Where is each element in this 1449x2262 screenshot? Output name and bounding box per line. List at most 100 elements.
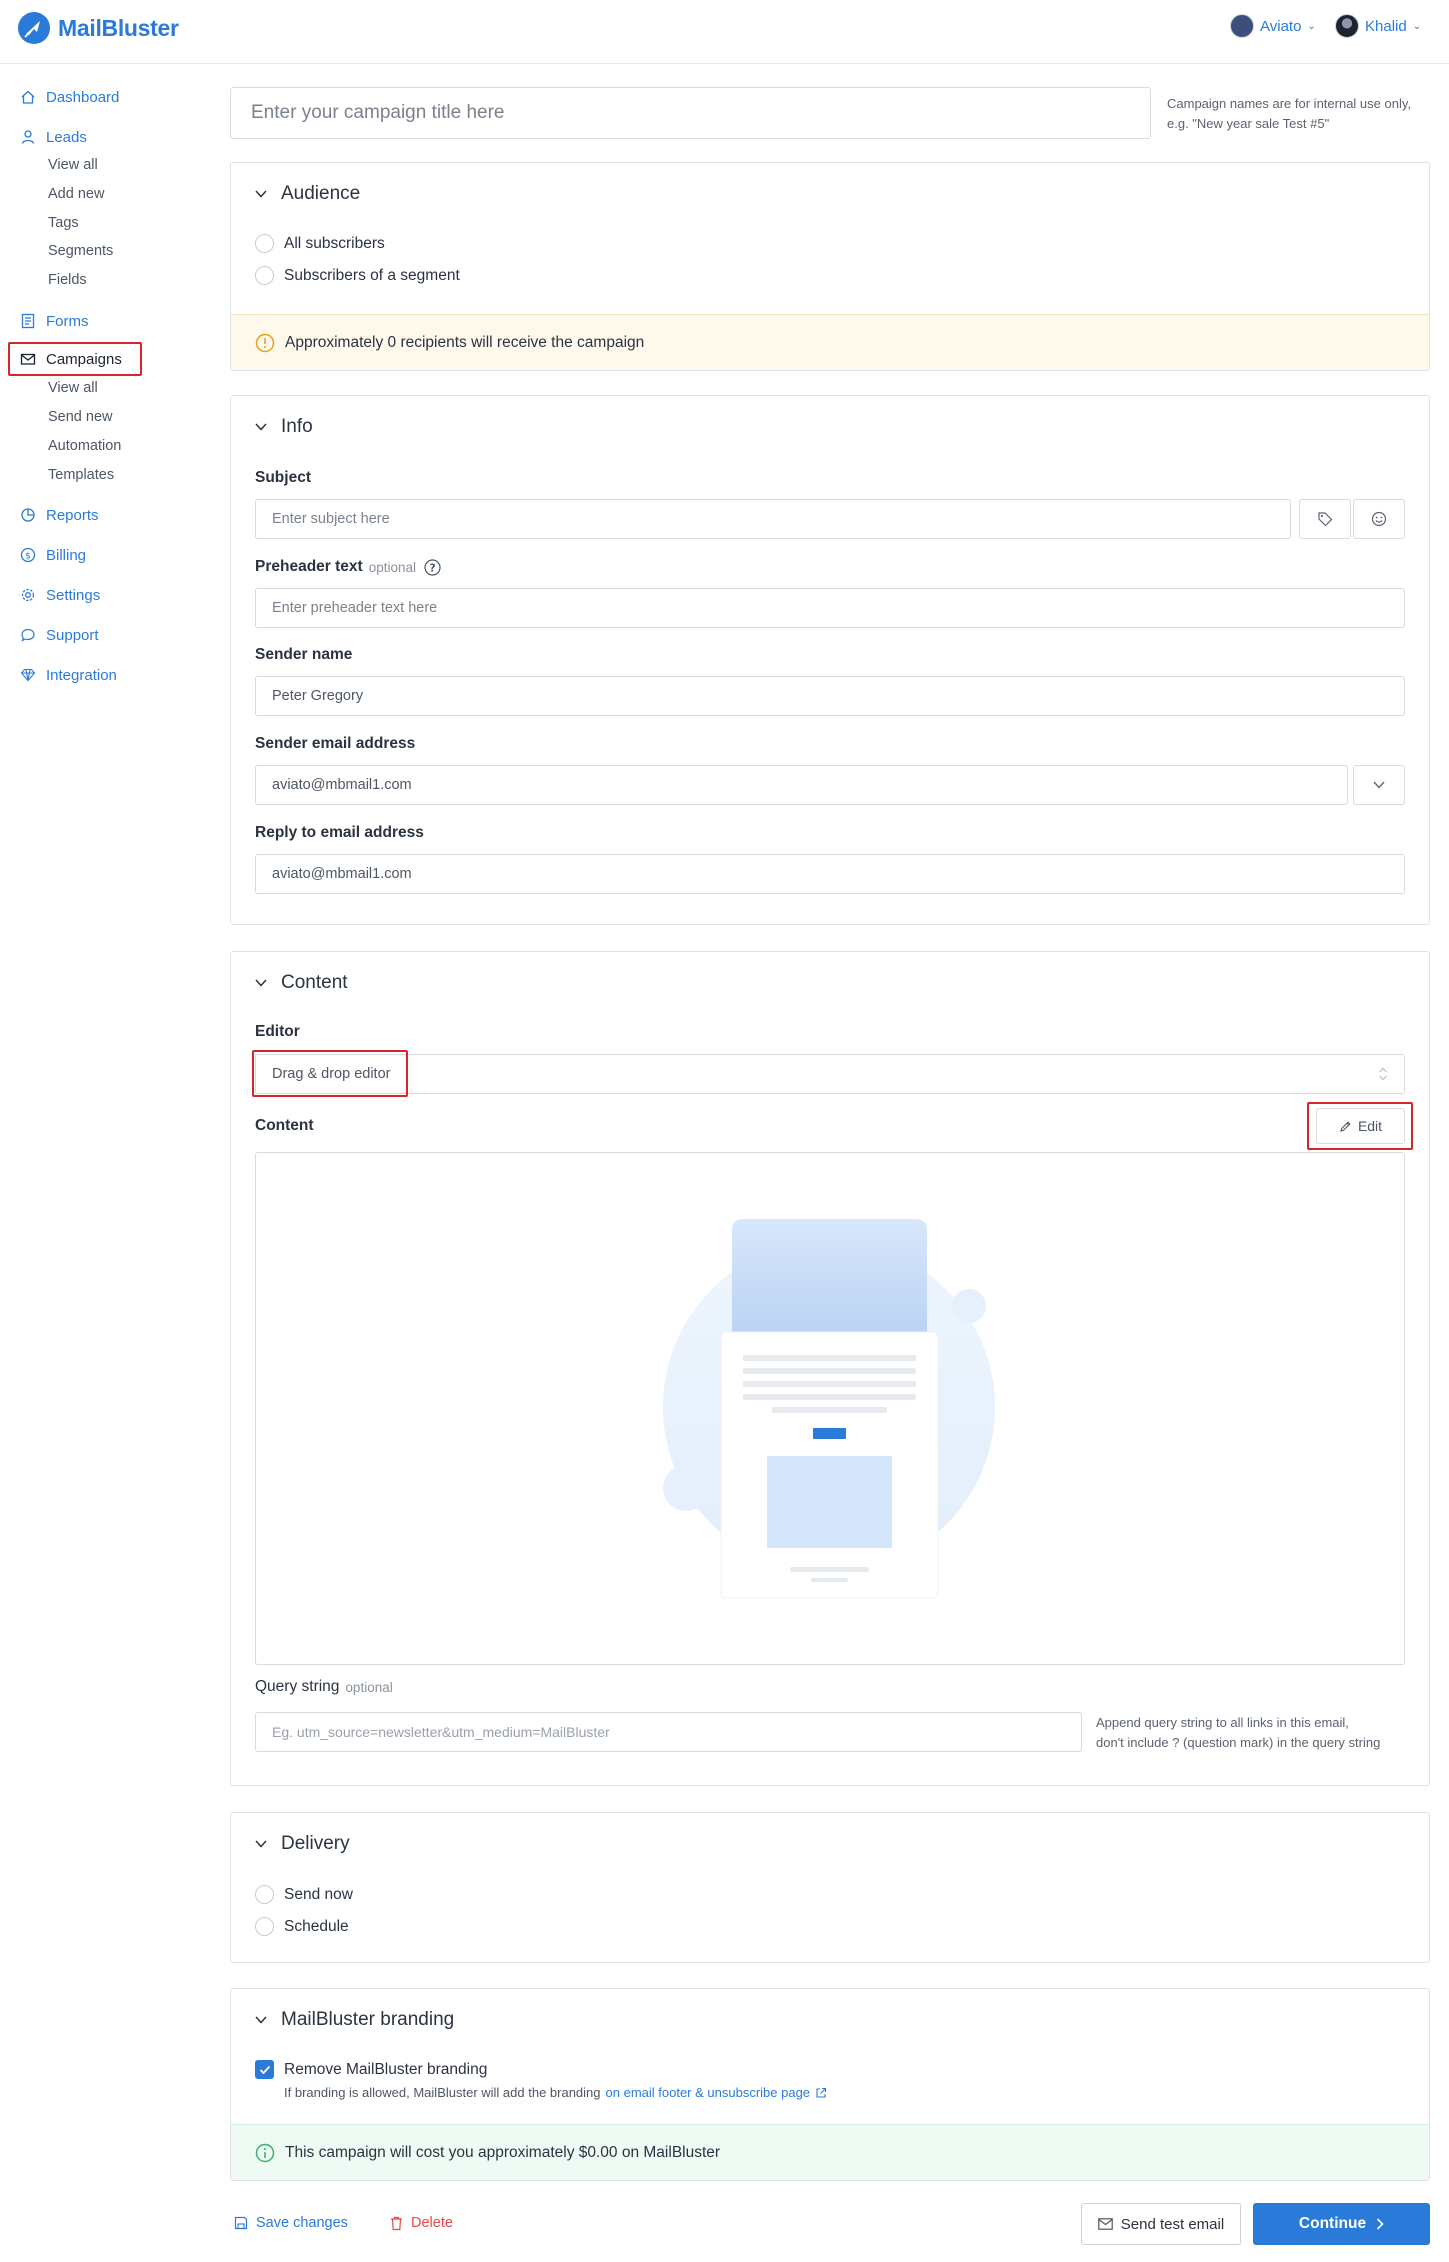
user-icon bbox=[21, 130, 35, 144]
audience-card-header[interactable]: Audience bbox=[255, 183, 360, 205]
sidebar-subitem-campaigns-automation[interactable]: Automation bbox=[48, 438, 121, 454]
diamond-icon bbox=[20, 668, 36, 682]
delete-label: Delete bbox=[411, 2215, 453, 2231]
query-string-hint: Append query string to all links in this… bbox=[1096, 1713, 1380, 1753]
campaign-title-input[interactable]: Enter your campaign title here bbox=[230, 87, 1151, 139]
highlight-box-edit bbox=[1307, 1102, 1413, 1150]
sidebar-item-settings[interactable]: Settings bbox=[20, 584, 100, 606]
content-card-header[interactable]: Content bbox=[255, 972, 348, 994]
radio-label: All subscribers bbox=[284, 234, 385, 252]
sidebar-subitem-leads-tags[interactable]: Tags bbox=[48, 215, 79, 231]
form-icon bbox=[21, 313, 35, 329]
trash-icon bbox=[391, 2216, 402, 2230]
sidebar-item-label: Support bbox=[46, 626, 99, 644]
account-switcher-aviato[interactable]: Aviato ⌄ bbox=[1230, 14, 1316, 38]
sidebar-item-leads[interactable]: Leads bbox=[20, 126, 87, 148]
sidebar-item-support[interactable]: Support bbox=[20, 624, 99, 646]
query-string-input[interactable]: Eg. utm_source=newsletter&utm_medium=Mai… bbox=[255, 1712, 1082, 1752]
card-title: Audience bbox=[281, 183, 361, 204]
chevron-down-icon bbox=[255, 2016, 267, 2024]
optional-tag: optional bbox=[345, 1679, 393, 1695]
chevron-down-icon bbox=[255, 1840, 267, 1848]
save-changes-button[interactable]: Save changes bbox=[234, 2215, 348, 2231]
radio-schedule[interactable]: Schedule bbox=[255, 1917, 349, 1936]
brand-logo[interactable]: MailBluster bbox=[18, 12, 179, 44]
mail-icon bbox=[20, 353, 36, 365]
sender-email-dropdown-button[interactable] bbox=[1353, 765, 1405, 805]
chevron-down-icon: ⌄ bbox=[1412, 20, 1422, 32]
checkbox-label: Remove MailBluster branding bbox=[284, 2060, 488, 2078]
info-card-header[interactable]: Info bbox=[255, 416, 313, 438]
sidebar-subitem-leads-add-new[interactable]: Add new bbox=[48, 186, 104, 202]
content-card: Content Editor Drag & drop editor Conten… bbox=[230, 951, 1430, 1786]
delivery-card-header[interactable]: Delivery bbox=[255, 1833, 350, 1855]
sidebar-item-dashboard[interactable]: Dashboard bbox=[20, 86, 119, 108]
chevron-down-icon bbox=[255, 423, 267, 431]
sender-email-input[interactable]: aviato@mbmail1.com bbox=[255, 765, 1348, 805]
sidebar-subitem-campaigns-templates[interactable]: Templates bbox=[48, 467, 114, 483]
optional-tag: optional bbox=[368, 559, 416, 575]
emoji-button[interactable] bbox=[1353, 499, 1405, 539]
card-title: Info bbox=[281, 416, 313, 437]
radio-all-subscribers[interactable]: All subscribers bbox=[255, 234, 385, 253]
sidebar-item-label: Campaigns bbox=[46, 350, 122, 368]
editor-label: Editor bbox=[255, 1023, 300, 1040]
radio-label: Subscribers of a segment bbox=[284, 266, 460, 284]
branding-card-header[interactable]: MailBluster branding bbox=[255, 2009, 454, 2031]
svg-text:?: ? bbox=[429, 562, 435, 574]
preheader-input[interactable]: Enter preheader text here bbox=[255, 588, 1405, 628]
email-content-preview[interactable] bbox=[255, 1152, 1405, 1665]
radio-circle[interactable] bbox=[255, 234, 274, 253]
delete-button[interactable]: Delete bbox=[390, 2215, 453, 2231]
sidebar-item-label: Settings bbox=[46, 586, 101, 604]
recipients-notice: Approximately 0 recipients will receive … bbox=[231, 314, 1429, 370]
continue-button[interactable]: Continue bbox=[1253, 2203, 1430, 2245]
sidebar-subitem-leads-segments[interactable]: Segments bbox=[48, 243, 113, 259]
continue-label: Continue bbox=[1298, 2215, 1367, 2232]
sidebar-item-label: Dashboard bbox=[46, 88, 120, 106]
sidebar-subitem-leads-fields[interactable]: Fields bbox=[48, 272, 87, 288]
radio-segment-subscribers[interactable]: Subscribers of a segment bbox=[255, 266, 460, 285]
sidebar-item-forms[interactable]: Forms bbox=[20, 310, 89, 332]
account-name: Aviato bbox=[1260, 17, 1302, 35]
highlight-box-editor bbox=[252, 1050, 408, 1097]
preheader-label-text: Preheader text bbox=[255, 558, 363, 575]
external-link-icon bbox=[816, 2087, 827, 2098]
editor-select[interactable]: Drag & drop editor bbox=[255, 1054, 1405, 1094]
card-title: MailBluster branding bbox=[281, 2009, 455, 2030]
hint-line: Append query string to all links in this… bbox=[1096, 1715, 1349, 1730]
cost-notice-text: This campaign will cost you approximatel… bbox=[285, 2143, 721, 2161]
reply-email-input[interactable]: aviato@mbmail1.com bbox=[255, 854, 1405, 894]
user-menu-khalid[interactable]: Khalid ⌄ bbox=[1335, 14, 1421, 38]
sidebar-item-campaigns[interactable]: Campaigns bbox=[20, 348, 122, 370]
sidebar-subitem-leads-view-all[interactable]: View all bbox=[48, 157, 98, 173]
chevron-down-icon bbox=[255, 190, 267, 198]
subject-label: Subject bbox=[255, 469, 311, 486]
sidebar-item-label: Billing bbox=[46, 546, 87, 564]
help-icon[interactable]: ? bbox=[424, 558, 441, 576]
remove-branding-checkbox-row[interactable]: Remove MailBluster branding bbox=[255, 2060, 487, 2079]
radio-send-now[interactable]: Send now bbox=[255, 1885, 353, 1904]
sidebar-item-reports[interactable]: Reports bbox=[20, 504, 99, 526]
chevron-down-icon: ⌄ bbox=[1307, 20, 1316, 32]
subject-input[interactable]: Enter subject here bbox=[255, 499, 1291, 539]
remove-branding-checkbox[interactable] bbox=[255, 2060, 274, 2079]
radio-circle[interactable] bbox=[255, 1917, 274, 1936]
sidebar-subitem-campaigns-send-new[interactable]: Send new bbox=[48, 409, 113, 425]
send-test-email-button[interactable]: Send test email bbox=[1081, 2203, 1241, 2245]
radio-circle[interactable] bbox=[255, 266, 274, 285]
svg-text:$: $ bbox=[25, 552, 31, 562]
sidebar-item-integration[interactable]: Integration bbox=[20, 664, 117, 686]
card-title: Content bbox=[281, 972, 348, 993]
sender-name-input[interactable]: Peter Gregory bbox=[255, 676, 1405, 716]
personalization-tag-button[interactable] bbox=[1299, 499, 1351, 539]
hint-line: e.g. "New year sale Test #5" bbox=[1167, 116, 1330, 131]
radio-circle[interactable] bbox=[255, 1885, 274, 1904]
branding-info-link[interactable]: on email footer & unsubscribe page bbox=[606, 2085, 811, 2100]
home-icon bbox=[21, 90, 35, 104]
sidebar-subitem-campaigns-view-all[interactable]: View all bbox=[48, 380, 98, 396]
info-card: Info Subject Enter subject here Preheade… bbox=[230, 395, 1430, 925]
chevron-right-icon bbox=[1377, 2218, 1384, 2230]
chat-icon bbox=[21, 628, 35, 642]
sidebar-item-billing[interactable]: $ Billing bbox=[20, 544, 86, 566]
